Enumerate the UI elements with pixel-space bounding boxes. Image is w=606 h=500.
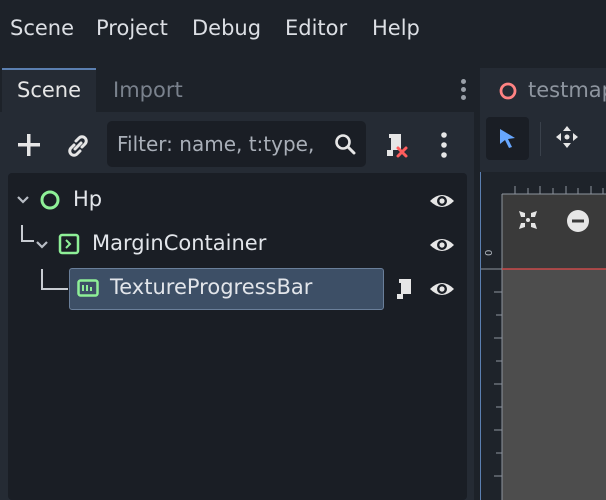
menu-bar: Scene Project Debug Editor Help (0, 0, 606, 62)
search-icon[interactable] (334, 133, 356, 155)
menu-editor[interactable]: Editor (285, 16, 347, 40)
tree-row-hp[interactable]: Hp (8, 179, 467, 223)
script-remove-icon (387, 134, 408, 158)
detach-script-button[interactable] (383, 130, 409, 160)
dock-tab-bar: Scene Import (0, 68, 474, 112)
scene-dock: Scene Import Filter: name, t:type, Hp Ma… (0, 68, 474, 500)
node-label-margincontainer: MarginContainer (92, 231, 267, 255)
move-mode-icon[interactable] (555, 125, 579, 149)
menu-help[interactable]: Help (372, 16, 420, 40)
container-icon (58, 233, 80, 255)
instance-scene-button[interactable] (64, 132, 92, 160)
node-label-hp: Hp (73, 187, 103, 211)
ruler-zero-label: 0 (484, 249, 495, 256)
visibility-eye-icon[interactable] (429, 191, 455, 211)
toolbar-separator (540, 122, 541, 156)
plus-icon (18, 134, 40, 156)
viewport-toolbar (480, 112, 606, 172)
tree-row-margincontainer[interactable]: MarginContainer (8, 223, 467, 267)
visibility-eye-icon[interactable] (429, 235, 455, 255)
node-label-textureprogressbar: TextureProgressBar (110, 275, 313, 299)
filter-input[interactable] (117, 131, 322, 157)
menu-scene[interactable]: Scene (10, 16, 74, 40)
scene-tab-label: testmap (528, 78, 606, 102)
chevron-down-icon[interactable] (16, 195, 30, 205)
pointer-arrow-icon (500, 129, 515, 148)
add-node-button[interactable] (16, 132, 42, 158)
tab-import[interactable]: Import (113, 68, 183, 112)
chevron-down-icon[interactable] (35, 240, 49, 250)
tab-scene[interactable]: Scene (2, 68, 96, 112)
link-icon (68, 135, 88, 157)
scene-tab-testmap[interactable]: testmap (480, 68, 606, 112)
zoom-out-icon[interactable] (566, 209, 590, 233)
script-icon[interactable] (394, 276, 416, 302)
filter-field (107, 121, 366, 167)
node2d-circle-icon (499, 82, 517, 100)
menu-debug[interactable]: Debug (192, 16, 261, 40)
viewport-canvas[interactable]: 0 (480, 172, 606, 500)
zoom-reset-icon[interactable] (517, 209, 539, 231)
visibility-eye-icon[interactable] (429, 279, 455, 299)
progress-bar-icon (77, 279, 99, 297)
menu-project[interactable]: Project (96, 16, 168, 40)
scene-tree: Hp MarginContainer TextureProgressBar (8, 173, 467, 500)
viewport-panel: testmap (480, 68, 606, 500)
vertical-dots-icon (441, 132, 447, 158)
scene-options-button[interactable] (438, 130, 450, 160)
node2d-circle-icon (40, 190, 60, 210)
dock-menu-icon[interactable] (458, 76, 468, 104)
select-mode-button[interactable] (486, 117, 529, 160)
tree-row-textureprogressbar[interactable]: TextureProgressBar (8, 267, 467, 311)
